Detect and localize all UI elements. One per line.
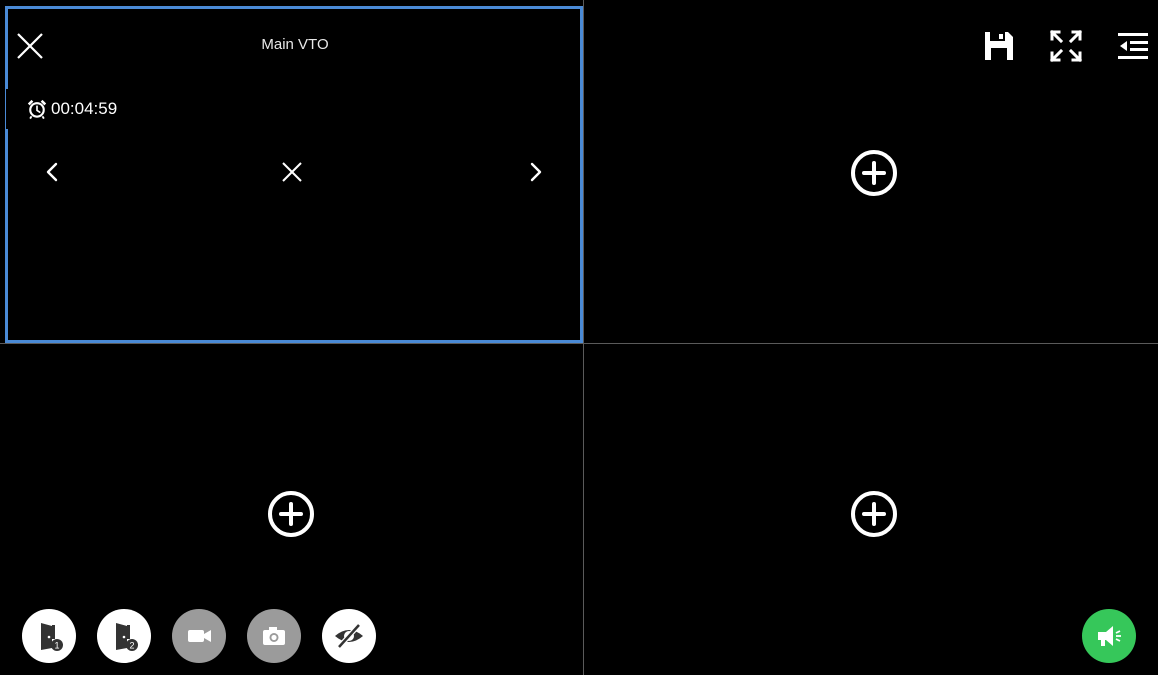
close-icon[interactable] — [14, 30, 46, 62]
unlock-door-2-button[interactable]: 2 — [97, 609, 151, 663]
call-timer: 00:04:59 — [6, 89, 128, 129]
plus-circle-icon[interactable] — [849, 489, 899, 539]
svg-text:2: 2 — [129, 641, 134, 651]
video-cell-1[interactable]: Main VTO 00:04:59 — [0, 0, 583, 343]
save-icon[interactable] — [982, 29, 1016, 63]
svg-text:1: 1 — [54, 641, 59, 651]
menu-collapse-icon[interactable] — [1116, 29, 1150, 63]
x-icon — [282, 162, 302, 182]
video-camera-icon — [188, 630, 211, 642]
megaphone-icon — [1098, 626, 1121, 646]
grid-divider-vertical — [583, 0, 584, 675]
timer-text: 00:04:59 — [51, 99, 118, 118]
grid-divider-horizontal — [0, 343, 1158, 344]
privacy-mode-button[interactable] — [322, 609, 376, 663]
eye-off-icon — [335, 623, 363, 649]
camera-icon — [263, 627, 285, 645]
door-unlock-2-icon: 2 — [116, 623, 138, 651]
chevron-right-icon[interactable] — [522, 156, 550, 188]
chevron-left-icon[interactable] — [38, 156, 66, 188]
fullscreen-icon[interactable] — [1049, 29, 1083, 63]
plus-circle-icon[interactable] — [849, 148, 899, 198]
record-button[interactable] — [172, 609, 226, 663]
alarm-clock-icon — [27, 99, 47, 120]
plus-circle-icon[interactable] — [266, 489, 316, 539]
snapshot-button[interactable] — [247, 609, 301, 663]
unlock-door-1-button[interactable]: 1 — [22, 609, 76, 663]
door-unlock-1-icon: 1 — [41, 623, 63, 651]
video-grid-screen: Main VTO 00:04:59 1 2 — [0, 0, 1158, 675]
speak-button[interactable] — [1082, 609, 1136, 663]
channel-title: Main VTO — [261, 36, 329, 53]
